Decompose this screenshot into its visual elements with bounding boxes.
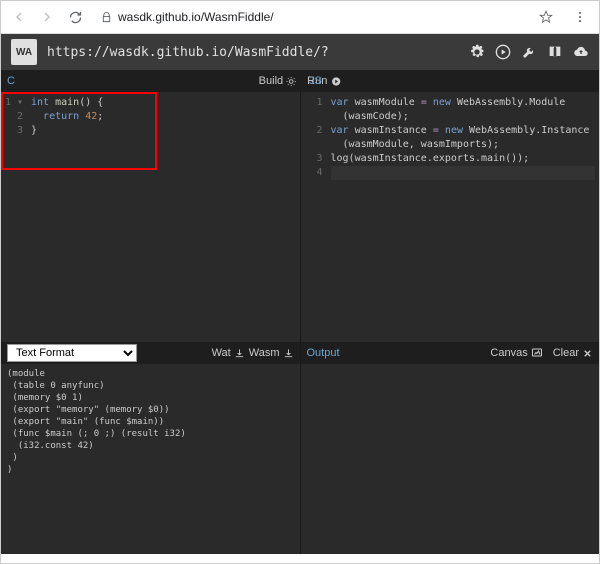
header-url: https://wasdk.github.io/WasmFiddle/? <box>47 45 459 60</box>
header-actions <box>469 44 589 60</box>
url-bar[interactable]: wasdk.github.io/WasmFiddle/ <box>93 10 565 24</box>
gear-icon[interactable] <box>469 44 485 60</box>
wat-output[interactable]: (module (table 0 anyfunc) (memory $0 1) … <box>1 364 301 554</box>
editor-toolbar: C Build Run JS <box>1 70 599 92</box>
canvas-button[interactable]: Canvas <box>490 347 542 359</box>
js-editor[interactable]: 1 2 34 var wasmModule = new WebAssembly.… <box>301 92 600 342</box>
star-icon[interactable] <box>539 10 557 24</box>
build-button[interactable]: Build <box>259 75 297 87</box>
output-toolbar: Text Format Wat Wasm Output Canvas Clear <box>1 342 599 364</box>
js-tab-label[interactable]: JS <box>309 75 322 87</box>
reload-button[interactable] <box>65 7 85 27</box>
url-text: wasdk.github.io/WasmFiddle/ <box>118 10 533 24</box>
clear-label: Clear <box>553 347 579 359</box>
canvas-label: Canvas <box>490 347 527 359</box>
wasm-label: Wasm <box>249 347 280 359</box>
c-editor[interactable]: 1 ▾23 int main() { return 42;} <box>1 92 301 342</box>
download-wat-button[interactable]: Wat <box>212 347 245 359</box>
lock-icon <box>101 12 112 23</box>
back-button[interactable] <box>9 7 29 27</box>
output-tab-label[interactable]: Output <box>307 347 491 359</box>
book-icon[interactable] <box>547 44 563 60</box>
build-label: Build <box>259 75 283 87</box>
wat-label: Wat <box>212 347 231 359</box>
play-icon[interactable] <box>495 44 511 60</box>
clear-button[interactable]: Clear <box>553 347 593 359</box>
c-code[interactable]: int main() { return 42;} <box>27 92 300 342</box>
app-header: WA https://wasdk.github.io/WasmFiddle/? <box>1 34 599 70</box>
console-output[interactable] <box>301 364 600 554</box>
app-logo: WA <box>11 39 37 65</box>
forward-button[interactable] <box>37 7 57 27</box>
kebab-menu-icon[interactable] <box>573 10 591 24</box>
format-select[interactable]: Text Format <box>7 344 137 362</box>
cloud-upload-icon[interactable] <box>573 44 589 60</box>
output-row: (module (table 0 anyfunc) (memory $0 1) … <box>1 364 599 554</box>
c-gutter: 1 ▾23 <box>1 92 27 342</box>
js-gutter: 1 2 34 <box>301 92 327 342</box>
c-tab-label[interactable]: C <box>7 75 15 87</box>
wrench-icon[interactable] <box>521 44 537 60</box>
editor-row: 1 ▾23 int main() { return 42;} 1 2 34 va… <box>1 92 599 342</box>
browser-bar: wasdk.github.io/WasmFiddle/ <box>1 1 599 34</box>
js-code[interactable]: var wasmModule = new WebAssembly.Module … <box>327 92 600 342</box>
download-wasm-button[interactable]: Wasm <box>249 347 294 359</box>
